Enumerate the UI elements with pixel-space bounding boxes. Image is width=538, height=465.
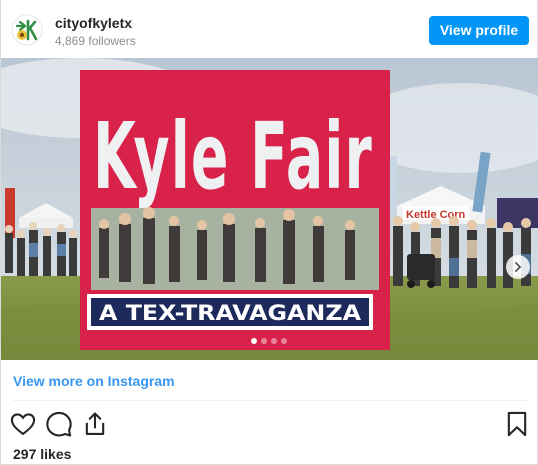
comment-button[interactable] [45,410,73,438]
carousel-dot [271,338,277,344]
next-image-button[interactable] [506,255,530,279]
like-count: 297 likes [13,446,72,462]
view-more-link[interactable]: View more on Instagram [13,373,175,389]
account-info: cityofkyletx 4,869 followers [55,15,136,49]
chevron-right-icon [515,262,522,272]
kyle-fair-sign: Kyle Fair A TEX-TRAVAGANZA [80,70,390,350]
post-actions [1,408,538,440]
comment-icon [46,411,72,437]
avatar[interactable] [11,14,43,46]
like-button[interactable] [9,410,37,438]
follower-count: 4,869 followers [55,34,136,48]
carousel-indicator [251,338,287,344]
post-image[interactable]: Kettle Corn Kyle Fair A TEX-TRAVAGANZA [1,58,538,360]
heart-icon [10,413,36,436]
save-button[interactable] [503,410,531,438]
sign-title-text: Kyle Fair [93,103,373,210]
view-profile-button[interactable]: View profile [429,16,529,45]
carousel-dot [281,338,287,344]
fair-photo: Kettle Corn Kyle Fair A TEX-TRAVAGANZA [1,58,538,360]
carousel-dot [261,338,267,344]
share-button[interactable] [81,410,109,438]
share-icon [85,412,105,435]
bookmark-icon [507,411,527,437]
divider [13,400,527,401]
instagram-embed-card: cityofkyletx 4,869 followers View profil… [0,0,538,465]
account-handle[interactable]: cityofkyletx [55,15,136,31]
carousel-dot [251,338,257,344]
sign-banner-text: A TEX-TRAVAGANZA [99,301,362,325]
city-logo-icon [11,14,43,46]
post-header: cityofkyletx 4,869 followers View profil… [1,0,538,60]
